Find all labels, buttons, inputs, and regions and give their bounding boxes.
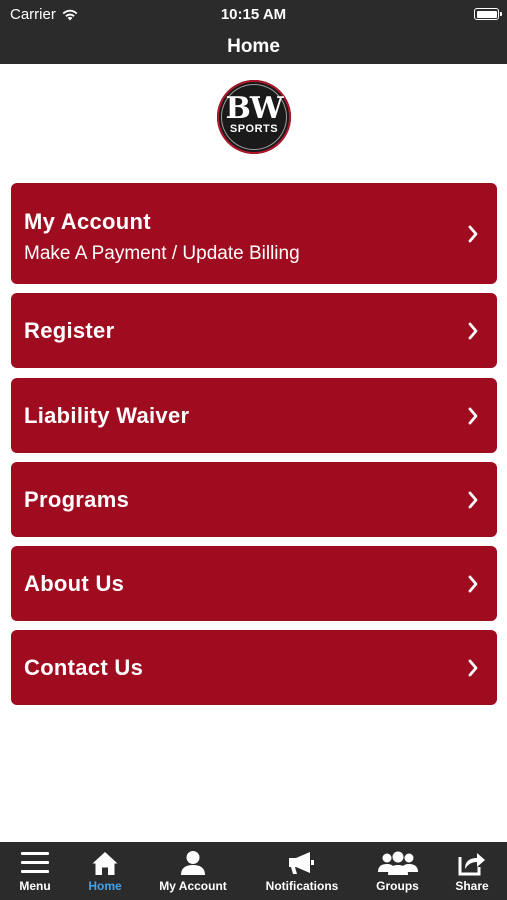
hamburger-icon xyxy=(21,852,49,873)
menu-item-label: Register xyxy=(24,318,115,343)
menu-item-my-account[interactable]: My Account Make A Payment / Update Billi… xyxy=(11,183,497,284)
tab-notifications[interactable]: Notifications xyxy=(250,842,354,900)
chevron-right-icon xyxy=(468,659,478,676)
chevron-right-icon xyxy=(468,491,478,508)
menu-item-about-us[interactable]: About Us xyxy=(11,546,497,621)
tab-groups[interactable]: Groups xyxy=(360,842,435,900)
tab-label: Home xyxy=(88,879,122,893)
clock: 10:15 AM xyxy=(220,6,287,23)
menu-item-label: About Us xyxy=(24,571,125,596)
home-icon xyxy=(92,852,118,875)
tab-bar: Menu Home My Account Notifications Group… xyxy=(0,842,507,900)
chevron-right-icon xyxy=(468,225,478,242)
menu-item-label: Contact Us xyxy=(24,655,144,680)
menu-item-register[interactable]: Register xyxy=(11,293,497,368)
menu-item-label: Liability Waiver xyxy=(24,403,190,428)
tab-label: Notifications xyxy=(265,879,339,893)
menu-item-label: My Account xyxy=(24,209,151,234)
tab-label: My Account xyxy=(159,879,227,893)
menu-item-programs[interactable]: Programs xyxy=(11,462,497,537)
megaphone-icon xyxy=(289,852,314,874)
menu-item-sublabel: Make A Payment / Update Billing xyxy=(24,243,300,264)
share-icon xyxy=(458,853,485,876)
battery-icon xyxy=(474,8,502,20)
menu-item-liability-waiver[interactable]: Liability Waiver xyxy=(11,378,497,453)
menu-item-label: Programs xyxy=(24,487,130,512)
tab-my-account[interactable]: My Account xyxy=(140,842,246,900)
tab-home[interactable]: Home xyxy=(70,842,140,900)
tab-share[interactable]: Share xyxy=(437,842,507,900)
chevron-right-icon xyxy=(468,322,478,339)
tab-label: Menu xyxy=(19,879,51,893)
tab-label: Share xyxy=(455,879,489,893)
page-title: Home xyxy=(0,30,507,64)
tab-label: Groups xyxy=(376,879,419,893)
tab-menu[interactable]: Menu xyxy=(0,842,70,900)
menu-item-contact-us[interactable]: Contact Us xyxy=(11,630,497,705)
groups-icon xyxy=(377,851,418,875)
chevron-right-icon xyxy=(468,575,478,592)
bw-sports-logo: BW SPORTS xyxy=(217,80,291,154)
user-icon xyxy=(181,851,205,875)
chevron-right-icon xyxy=(468,407,478,424)
logo-text-bw: BW xyxy=(225,91,283,126)
status-bar: Carrier 10:15 AM xyxy=(0,0,507,30)
